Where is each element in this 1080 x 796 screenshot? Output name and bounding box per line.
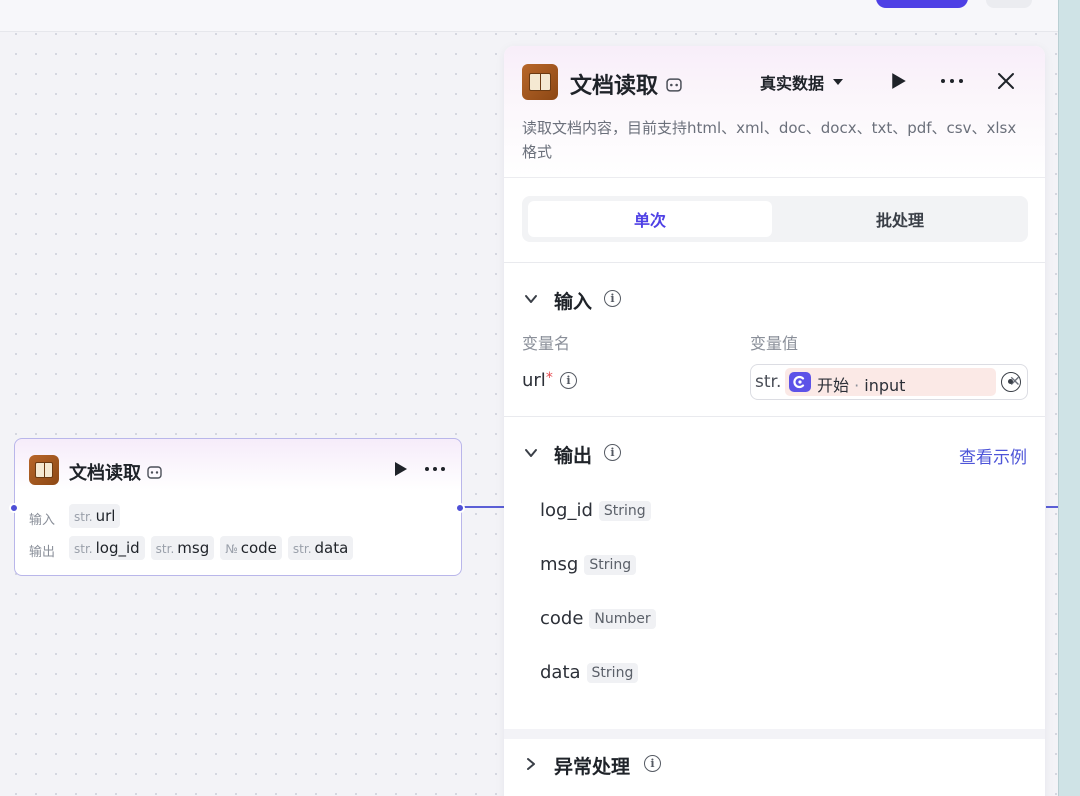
edge-out xyxy=(464,506,504,508)
variable-value-field[interactable]: str. 开始 · input ✕ xyxy=(750,364,1028,400)
node-input-tags: str. url xyxy=(69,504,126,528)
error-section-title[interactable]: 异常处理 xyxy=(554,752,630,779)
close-icon[interactable] xyxy=(994,70,1018,92)
start-node-icon xyxy=(789,372,811,392)
type-badge: Number xyxy=(589,608,656,629)
run-node-icon[interactable] xyxy=(391,459,411,479)
node-input-label: 输入 xyxy=(29,513,56,528)
output-item: data String xyxy=(540,662,639,683)
panel-header: 文档读取 真实数据 读取文档内容，目前支持html、xml、doc、docx、t… xyxy=(504,46,1045,178)
info-icon[interactable]: i xyxy=(644,755,661,772)
side-strip xyxy=(1058,0,1080,796)
tab-single[interactable]: 单次 xyxy=(528,201,772,237)
output-port[interactable] xyxy=(455,503,465,513)
toolbar-primary-button[interactable] xyxy=(876,0,968,8)
info-icon[interactable]: i xyxy=(560,372,577,389)
top-toolbar xyxy=(0,0,1058,32)
toolbar-secondary-button[interactable] xyxy=(986,0,1032,8)
variable-picker-icon[interactable] xyxy=(1001,372,1021,392)
output-section-title: 输出 xyxy=(554,445,593,467)
input-section-title: 输入 xyxy=(554,291,593,313)
variable-reference-chip[interactable]: 开始 · input ✕ xyxy=(785,368,1021,396)
chevron-down-icon[interactable] xyxy=(524,292,538,306)
node-input-tag: str. url xyxy=(69,504,121,528)
panel-title: 文档读取 xyxy=(570,68,682,100)
reference-text: 开始 · input xyxy=(817,376,906,395)
view-example-link[interactable]: 查看示例 xyxy=(959,443,1027,468)
data-mode-label: 真实数据 xyxy=(760,74,825,93)
output-item: log_id String xyxy=(540,500,651,521)
type-badge: String xyxy=(598,500,651,521)
node-output-label: 输出 xyxy=(29,545,56,560)
document-read-node[interactable]: 文档读取 输入 str. url 输出 str. log_id str. msg № c… xyxy=(9,438,465,576)
type-badge: String xyxy=(586,662,639,683)
value-type-label: str. xyxy=(755,372,782,392)
chevron-down-icon[interactable] xyxy=(524,446,538,460)
node-config-panel: 文档读取 真实数据 读取文档内容，目前支持html、xml、doc、docx、t… xyxy=(504,46,1045,796)
info-icon[interactable]: i xyxy=(604,290,621,307)
output-item: msg String xyxy=(540,554,637,575)
panel-description: 读取文档内容，目前支持html、xml、doc、docx、txt、pdf、csv… xyxy=(522,119,1017,161)
node-more-icon[interactable] xyxy=(423,459,447,479)
caret-down-icon xyxy=(833,79,844,85)
chevron-right-icon[interactable] xyxy=(524,757,538,771)
plugin-badge-icon xyxy=(666,78,682,96)
edge-right xyxy=(1046,506,1058,508)
node-output-tag: str. data xyxy=(287,536,354,560)
document-reader-icon xyxy=(29,455,59,485)
node-title: 文档读取 xyxy=(69,459,162,485)
input-var-name: url* xyxy=(522,370,553,391)
run-mode-tabs: 单次 批处理 xyxy=(522,196,1028,242)
node-output-tag: str. log_id xyxy=(69,536,145,560)
input-port[interactable] xyxy=(9,503,19,513)
output-item: code Number xyxy=(540,608,656,629)
type-badge: String xyxy=(584,554,637,575)
info-icon[interactable]: i xyxy=(604,444,621,461)
var-name-header: 变量名 xyxy=(522,334,571,353)
run-test-icon[interactable] xyxy=(888,70,910,92)
node-output-tag: str. msg xyxy=(150,536,215,560)
var-value-header: 变量值 xyxy=(750,334,799,353)
node-output-tag: № code xyxy=(220,536,282,560)
section-divider xyxy=(504,416,1045,417)
tab-batch[interactable]: 批处理 xyxy=(778,201,1022,237)
panel-more-icon[interactable] xyxy=(938,70,966,92)
section-divider xyxy=(504,729,1045,739)
plugin-badge-icon xyxy=(147,465,162,483)
node-output-tags: str. log_id str. msg № code str. data xyxy=(69,536,359,560)
document-reader-icon xyxy=(522,64,558,100)
data-mode-dropdown[interactable]: 真实数据 xyxy=(760,70,844,94)
section-divider xyxy=(504,262,1045,263)
